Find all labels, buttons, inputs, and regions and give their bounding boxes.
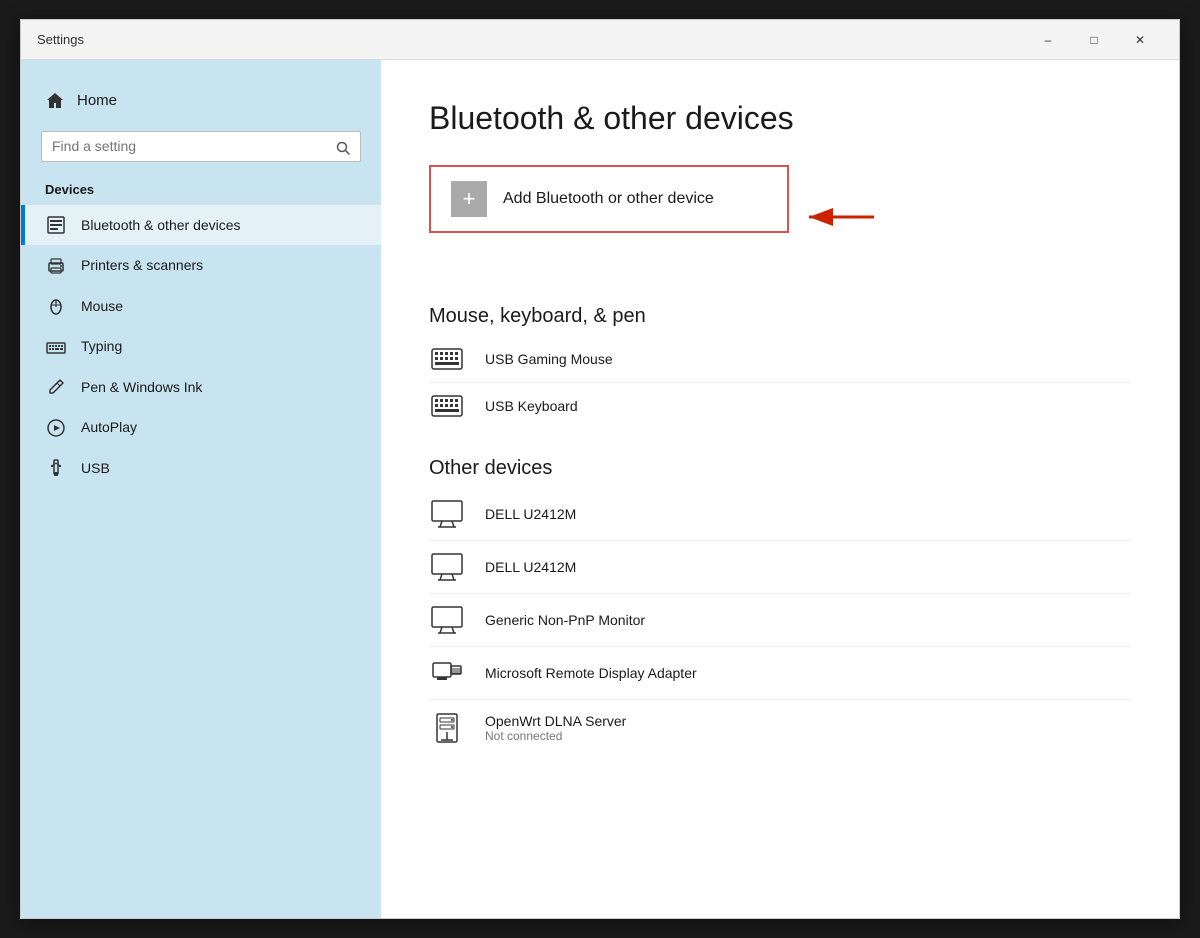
monitor-icon — [429, 606, 465, 634]
device-name: Microsoft Remote Display Adapter — [485, 665, 697, 681]
keyboard-icon — [429, 348, 465, 370]
device-name: OpenWrt DLNA Server — [485, 713, 626, 729]
pen-icon — [45, 377, 67, 398]
titlebar: Settings – □ ✕ — [21, 20, 1179, 60]
mouse-icon — [45, 296, 67, 317]
window-content: Home Devices — [21, 60, 1179, 918]
device-status: Not connected — [485, 729, 626, 743]
home-icon — [45, 90, 65, 111]
sidebar-item-bluetooth-label: Bluetooth & other devices — [81, 217, 241, 233]
sidebar-item-autoplay[interactable]: AutoPlay — [21, 407, 381, 448]
section-title-other: Other devices — [429, 457, 1131, 480]
adapter-icon — [429, 659, 465, 687]
list-item: DELL U2412M — [429, 488, 1131, 541]
sidebar: Home Devices — [21, 60, 381, 918]
device-name: USB Gaming Mouse — [485, 351, 613, 367]
other-devices-section: Other devices DELL U2412M — [429, 457, 1131, 756]
window-title: Settings — [37, 32, 1025, 47]
add-device-button[interactable]: + Add Bluetooth or other device — [429, 165, 789, 233]
minimize-button[interactable]: – — [1025, 20, 1071, 60]
section-title-mouse-keyboard: Mouse, keyboard, & pen — [429, 305, 1131, 328]
main-content: Bluetooth & other devices + Add Bluetoot… — [381, 60, 1179, 918]
sidebar-item-printers-label: Printers & scanners — [81, 257, 203, 273]
add-plus-icon: + — [451, 181, 487, 217]
sidebar-item-usb[interactable]: USB — [21, 448, 381, 489]
monitor-icon — [429, 553, 465, 581]
usb-icon — [45, 458, 67, 479]
sidebar-item-usb-label: USB — [81, 460, 110, 476]
close-button[interactable]: ✕ — [1117, 20, 1163, 60]
device-name: USB Keyboard — [485, 398, 578, 414]
server-icon — [429, 712, 465, 744]
sidebar-item-mouse-label: Mouse — [81, 298, 123, 314]
annotation-arrow — [799, 197, 879, 237]
device-name: DELL U2412M — [485, 559, 576, 575]
maximize-button[interactable]: □ — [1071, 20, 1117, 60]
devices-section-label: Devices — [21, 178, 381, 205]
sidebar-item-bluetooth[interactable]: Bluetooth & other devices — [21, 205, 381, 246]
sidebar-item-typing[interactable]: Typing — [21, 326, 381, 367]
page-title: Bluetooth & other devices — [429, 100, 1131, 137]
sidebar-item-autoplay-label: AutoPlay — [81, 419, 137, 435]
keyboard-icon — [429, 395, 465, 417]
sidebar-item-pen[interactable]: Pen & Windows Ink — [21, 367, 381, 408]
device-name: Generic Non-PnP Monitor — [485, 612, 645, 628]
search-icon — [336, 138, 350, 154]
sidebar-item-printers[interactable]: Printers & scanners — [21, 245, 381, 286]
typing-icon — [45, 336, 67, 357]
window-controls: – □ ✕ — [1025, 20, 1163, 60]
search-box[interactable] — [41, 131, 361, 161]
device-info: OpenWrt DLNA Server Not connected — [485, 713, 626, 743]
printer-icon — [45, 255, 67, 276]
list-item: USB Keyboard — [429, 383, 1131, 429]
list-item: Generic Non-PnP Monitor — [429, 594, 1131, 647]
sidebar-item-mouse[interactable]: Mouse — [21, 286, 381, 327]
search-input[interactable] — [52, 138, 328, 154]
sidebar-item-home[interactable]: Home — [21, 80, 381, 121]
mouse-keyboard-section: Mouse, keyboard, & pen — [429, 305, 1131, 429]
list-item: DELL U2412M — [429, 541, 1131, 594]
home-label: Home — [77, 92, 117, 109]
add-device-label: Add Bluetooth or other device — [503, 190, 714, 208]
bluetooth-icon — [45, 215, 67, 236]
device-name: DELL U2412M — [485, 506, 576, 522]
list-item: Microsoft Remote Display Adapter — [429, 647, 1131, 700]
settings-window: Settings – □ ✕ Home — [20, 19, 1180, 919]
sidebar-item-pen-label: Pen & Windows Ink — [81, 379, 202, 395]
list-item: USB Gaming Mouse — [429, 336, 1131, 383]
sidebar-item-typing-label: Typing — [81, 338, 122, 354]
autoplay-icon — [45, 417, 67, 438]
list-item: OpenWrt DLNA Server Not connected — [429, 700, 1131, 756]
monitor-icon — [429, 500, 465, 528]
